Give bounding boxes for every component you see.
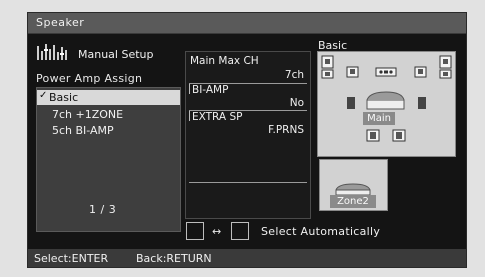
title-bar: Speaker	[28, 13, 466, 34]
divider	[189, 182, 307, 183]
list-item-label: 7ch +1ZONE	[52, 108, 124, 121]
main-zone-diagram: Main	[317, 51, 456, 157]
select-automatically-label: Select Automatically	[261, 225, 381, 238]
param-name: BI-AMP	[192, 84, 229, 96]
zone2-label: Zone2	[330, 195, 376, 208]
manual-setup-title: Manual Setup	[78, 48, 154, 61]
list-item-7ch-1zone[interactable]: 7ch +1ZONE	[37, 107, 180, 122]
checkbox[interactable]	[186, 222, 204, 240]
screen-title: Speaker	[36, 16, 85, 29]
select-automatically-control[interactable]: ↔ Select Automatically	[186, 222, 446, 242]
param-value: No	[289, 97, 304, 109]
param-value: 7ch	[284, 69, 304, 81]
list-item-5ch-bi-amp[interactable]: 5ch BI-AMP	[37, 123, 180, 138]
param-value: F.PRNS	[268, 124, 304, 136]
params-panel: Main Max CH 7ch BI-AMP No EXTRA SP F.PRN…	[185, 51, 311, 219]
list-item-label: Basic	[49, 91, 79, 104]
footer-back-hint: Back:RETURN	[136, 252, 212, 265]
speaker-setup-screen: Speaker Manual Setup Power Amp Assign ✓ …	[27, 12, 467, 268]
check-icon: ✓	[39, 90, 48, 101]
list-item-label: 5ch BI-AMP	[52, 124, 114, 137]
divider	[189, 84, 190, 94]
checkbox[interactable]	[231, 222, 249, 240]
footer-select-hint: Select:ENTER	[34, 252, 109, 265]
param-name: EXTRA SP	[192, 111, 243, 123]
swap-arrow-icon: ↔	[212, 225, 222, 238]
speaker-layout-icon	[321, 55, 452, 142]
power-amp-assign-label: Power Amp Assign	[36, 72, 143, 85]
footer-bar: Select:ENTER Back:RETURN	[28, 249, 466, 267]
zone2-diagram: Zone2	[319, 159, 388, 211]
main-zone-label: Main	[363, 112, 395, 125]
list-item-basic[interactable]: ✓ Basic	[37, 90, 180, 105]
left-panel: Manual Setup Power Amp Assign ✓ Basic 7c…	[34, 39, 181, 232]
page-indicator: 1 / 3	[89, 203, 117, 216]
divider	[189, 111, 190, 121]
param-name: Main Max CH	[190, 55, 259, 67]
speaker-setup-icon	[37, 44, 67, 60]
